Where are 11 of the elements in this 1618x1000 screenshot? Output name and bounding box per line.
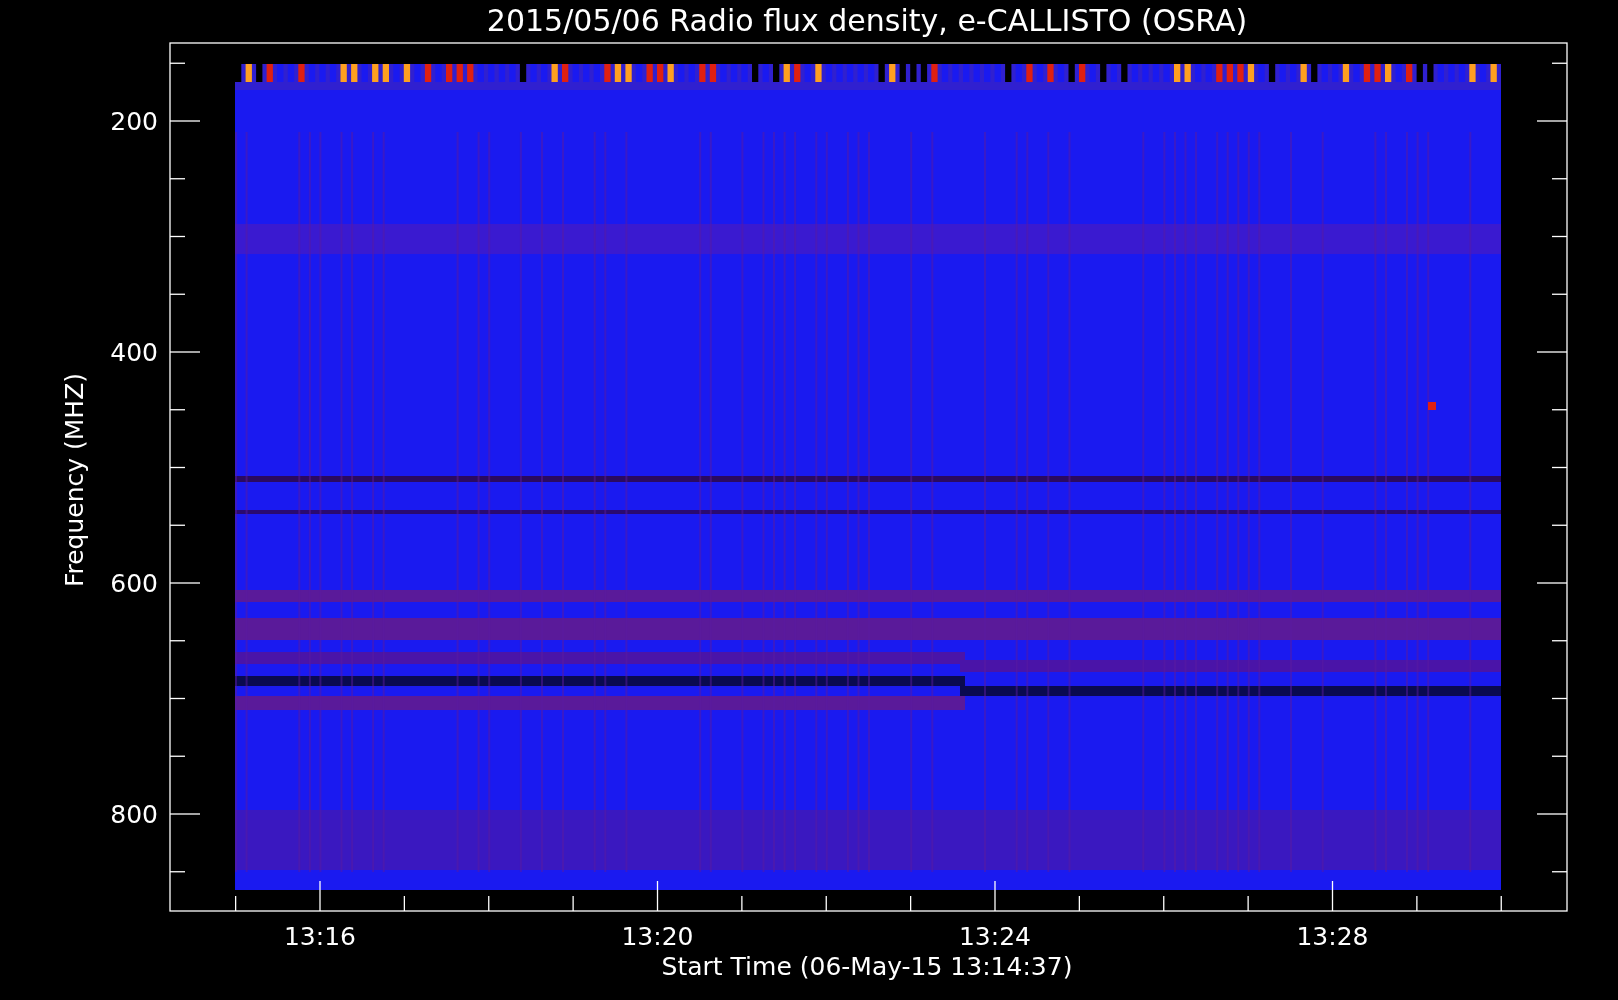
axis-label: Frequency (MHZ) [60, 372, 89, 588]
tick-label: 600 [110, 569, 158, 598]
tick-label: 13:16 [284, 922, 356, 951]
tick-label: 13:20 [621, 922, 694, 951]
tick-label: 13:24 [959, 922, 1031, 951]
tick-label: 800 [110, 800, 158, 829]
chart-title: 2015/05/06 Radio flux density, e-CALLISTO (OSRA) [486, 3, 1248, 38]
tick-label: 13:28 [1296, 922, 1369, 951]
tick-label: 400 [110, 338, 158, 367]
axis-label: Start Time (06-May-15 13:14:37) [661, 952, 1073, 981]
tick-label: 200 [110, 107, 158, 136]
